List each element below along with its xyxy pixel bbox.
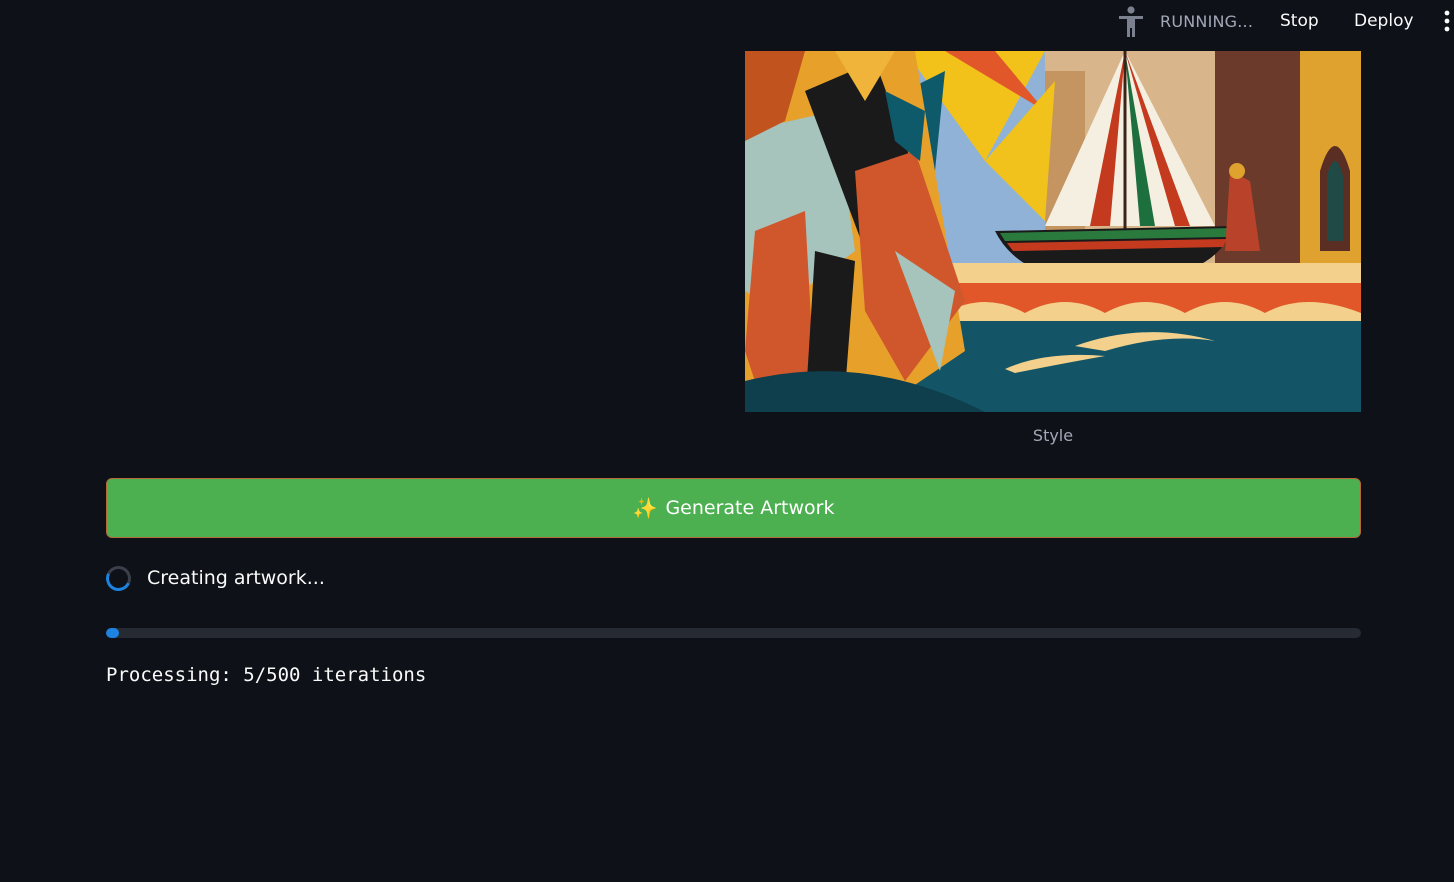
generate-artwork-button[interactable]: ✨ Generate Artwork <box>106 478 1361 538</box>
deploy-button[interactable]: Deploy <box>1346 6 1422 36</box>
progress-bar <box>106 628 1361 638</box>
app-root: RUNNING... Stop Deploy Style ✨ Generate … <box>0 0 1454 882</box>
generate-artwork-label: Generate Artwork <box>665 497 835 519</box>
spinner-status: Creating artwork... <box>102 561 325 595</box>
running-man-icon <box>1116 4 1146 38</box>
style-image <box>745 51 1361 412</box>
status-widget: RUNNING... <box>1116 4 1253 38</box>
sparkles-icon: ✨ <box>632 496 658 520</box>
style-image-caption: Style <box>1032 426 1074 445</box>
processing-status-text: Processing: 5/500 iterations <box>106 664 427 686</box>
spinner-icon <box>102 561 135 595</box>
running-status-text: RUNNING... <box>1160 11 1254 31</box>
kebab-menu-icon[interactable] <box>1440 6 1454 36</box>
spinner-text: Creating artwork... <box>147 567 325 589</box>
progress-bar-fill <box>106 628 119 638</box>
stop-button[interactable]: Stop <box>1272 6 1327 36</box>
toolbar: RUNNING... Stop Deploy <box>0 0 1454 44</box>
